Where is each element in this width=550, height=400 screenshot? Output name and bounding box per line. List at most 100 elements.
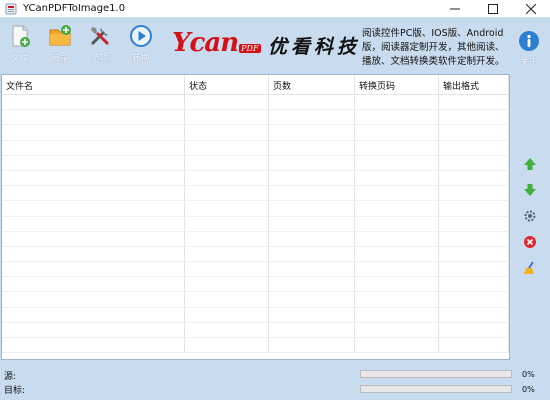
table-cell bbox=[439, 201, 509, 216]
delete-icon bbox=[524, 236, 536, 248]
table-row[interactable] bbox=[2, 338, 509, 354]
table-cell bbox=[439, 292, 509, 307]
table-cell bbox=[2, 186, 185, 201]
table-cell bbox=[185, 155, 269, 170]
column-header-filename[interactable]: 文件名 bbox=[2, 75, 185, 94]
file-table[interactable]: 文件名 状态 页数 转换页码 输出格式 bbox=[1, 74, 510, 360]
title-bar: YCanPDFToImage1.0 bbox=[0, 0, 550, 17]
table-cell bbox=[185, 307, 269, 322]
info-icon bbox=[519, 31, 539, 51]
table-row[interactable] bbox=[2, 277, 509, 293]
settings-button[interactable] bbox=[520, 206, 540, 226]
table-cell bbox=[355, 216, 439, 231]
table-cell bbox=[2, 307, 185, 322]
maximize-button[interactable] bbox=[474, 0, 512, 17]
table-cell bbox=[269, 246, 355, 262]
table-cell bbox=[439, 246, 509, 262]
table-row[interactable] bbox=[2, 307, 509, 323]
table-cell bbox=[2, 246, 185, 262]
table-cell bbox=[269, 95, 355, 110]
app-icon bbox=[5, 3, 17, 14]
table-row[interactable] bbox=[2, 110, 509, 126]
table-cell bbox=[185, 246, 269, 262]
table-row[interactable] bbox=[2, 231, 509, 247]
table-row[interactable] bbox=[2, 201, 509, 217]
table-cell bbox=[439, 322, 509, 337]
table-cell bbox=[439, 338, 509, 353]
clear-button[interactable] bbox=[520, 258, 540, 278]
table-row[interactable] bbox=[2, 246, 509, 263]
table-row[interactable] bbox=[2, 155, 509, 171]
table-cell bbox=[355, 155, 439, 170]
table-cell bbox=[269, 110, 355, 125]
directory-button[interactable]: 目录 bbox=[45, 24, 75, 64]
target-label: 目标: bbox=[4, 386, 26, 396]
table-row[interactable] bbox=[2, 322, 509, 338]
minimize-button[interactable] bbox=[436, 0, 474, 17]
convert-button[interactable]: 转换 bbox=[126, 24, 156, 64]
options-button[interactable]: 选项 bbox=[85, 24, 115, 64]
table-cell bbox=[2, 201, 185, 216]
table-cell bbox=[355, 246, 439, 262]
column-header-output-format[interactable]: 输出格式 bbox=[439, 75, 509, 94]
table-row[interactable] bbox=[2, 140, 509, 156]
table-row[interactable] bbox=[2, 170, 509, 187]
table-row[interactable] bbox=[2, 95, 509, 111]
table-cell bbox=[2, 231, 185, 246]
table-row[interactable] bbox=[2, 216, 509, 232]
table-cell bbox=[269, 186, 355, 201]
about-label: 关于 bbox=[519, 58, 538, 68]
minimize-icon bbox=[450, 8, 460, 9]
table-cell bbox=[185, 277, 269, 292]
table-cell bbox=[2, 262, 185, 277]
column-header-page-range[interactable]: 转换页码 bbox=[355, 75, 439, 94]
column-header-pages[interactable]: 页数 bbox=[269, 75, 355, 94]
table-body bbox=[2, 95, 509, 354]
table-cell bbox=[439, 186, 509, 201]
source-percent: 0% bbox=[522, 370, 535, 379]
close-button[interactable] bbox=[512, 0, 550, 17]
table-cell bbox=[355, 338, 439, 353]
broom-icon bbox=[524, 261, 534, 274]
move-up-button[interactable] bbox=[520, 154, 540, 174]
table-cell bbox=[269, 201, 355, 216]
column-header-status[interactable]: 状态 bbox=[185, 75, 269, 94]
table-cell bbox=[355, 201, 439, 216]
table-row[interactable] bbox=[2, 186, 509, 202]
table-cell bbox=[439, 155, 509, 170]
move-down-button[interactable] bbox=[520, 180, 540, 200]
table-cell bbox=[439, 307, 509, 322]
maximize-icon bbox=[488, 3, 498, 14]
delete-button[interactable] bbox=[520, 232, 540, 252]
arrow-up-icon bbox=[524, 158, 536, 170]
table-cell bbox=[355, 110, 439, 125]
table-cell bbox=[2, 170, 185, 186]
file-button[interactable]: 文件 bbox=[5, 24, 35, 64]
table-cell bbox=[185, 292, 269, 307]
toolbar: 文件 目录 选项 转换 Ycan PDF 优看科技 阅读控件PC版、IOS版、A… bbox=[0, 17, 550, 72]
table-cell bbox=[2, 95, 185, 110]
options-label: 选项 bbox=[90, 54, 109, 64]
table-row[interactable] bbox=[2, 262, 509, 278]
table-cell bbox=[269, 231, 355, 246]
dir-label: 目录 bbox=[50, 54, 69, 64]
table-cell bbox=[185, 140, 269, 155]
add-folder-icon bbox=[49, 25, 71, 46]
table-row[interactable] bbox=[2, 292, 509, 308]
play-icon bbox=[130, 25, 152, 47]
brand-name: 优看科技 bbox=[268, 36, 361, 58]
target-percent: 0% bbox=[522, 385, 535, 394]
table-cell bbox=[185, 170, 269, 186]
table-cell bbox=[355, 95, 439, 110]
target-progress-bar bbox=[360, 385, 512, 393]
about-button[interactable]: 关于 bbox=[516, 30, 542, 68]
table-row[interactable] bbox=[2, 125, 509, 141]
table-cell bbox=[269, 170, 355, 186]
table-cell bbox=[269, 322, 355, 337]
file-label: 文件 bbox=[10, 54, 29, 64]
table-cell bbox=[355, 140, 439, 155]
table-cell bbox=[269, 155, 355, 170]
logo-word: Ycan bbox=[172, 28, 239, 58]
table-cell bbox=[439, 110, 509, 125]
tools-icon bbox=[90, 27, 110, 46]
